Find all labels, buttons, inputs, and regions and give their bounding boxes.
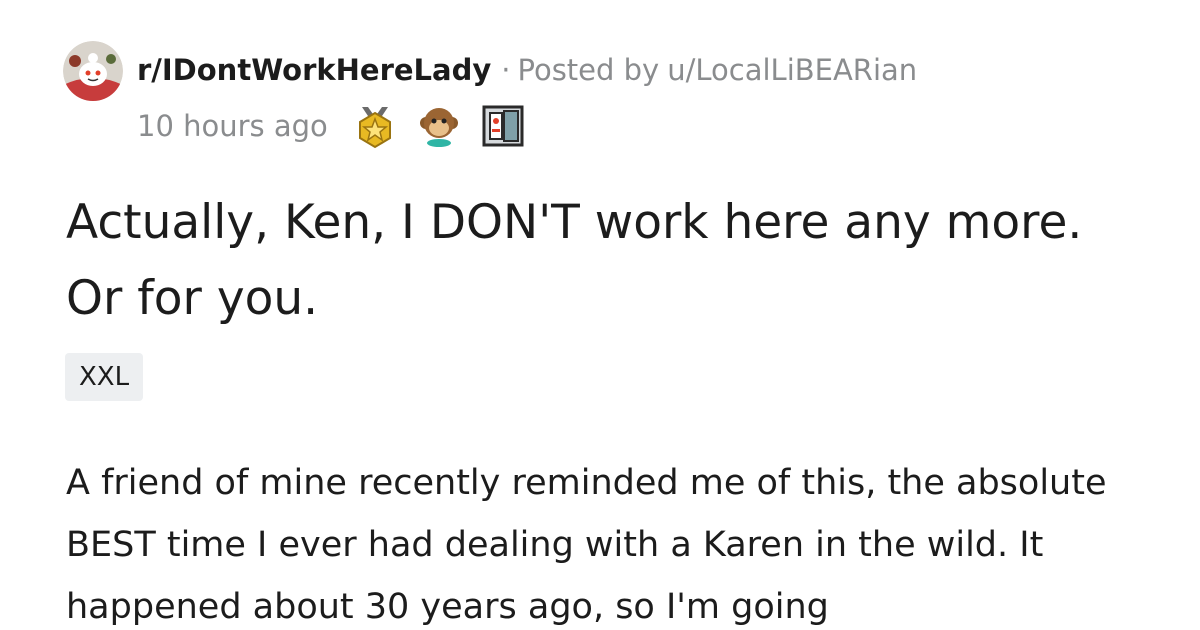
gold-medal-award-icon[interactable] [352, 103, 398, 149]
post-timestamp[interactable]: 10 hours ago [137, 109, 328, 143]
post-meta: r/IDontWorkHereLady · Posted by u/LocalL… [137, 50, 917, 90]
post-time-awards: 10 hours ago [137, 103, 544, 149]
reddit-post: r/IDontWorkHereLady · Posted by u/LocalL… [0, 0, 1200, 630]
posted-by-label: Posted by [517, 53, 660, 87]
post-title[interactable]: Actually, Ken, I DON'T work here any mor… [66, 185, 1146, 337]
meta-separator: · [501, 53, 511, 87]
post-flair[interactable]: XXL [65, 353, 144, 401]
monkey-award-icon[interactable] [416, 103, 462, 149]
snoo-avatar-icon[interactable] [63, 41, 123, 101]
subreddit-link[interactable]: r/IDontWorkHereLady [137, 53, 491, 87]
robot-award-icon[interactable] [480, 103, 526, 149]
post-body: A friend of mine recently reminded me of… [66, 463, 1107, 627]
author-link[interactable]: u/LocalLiBEARian [667, 53, 917, 87]
